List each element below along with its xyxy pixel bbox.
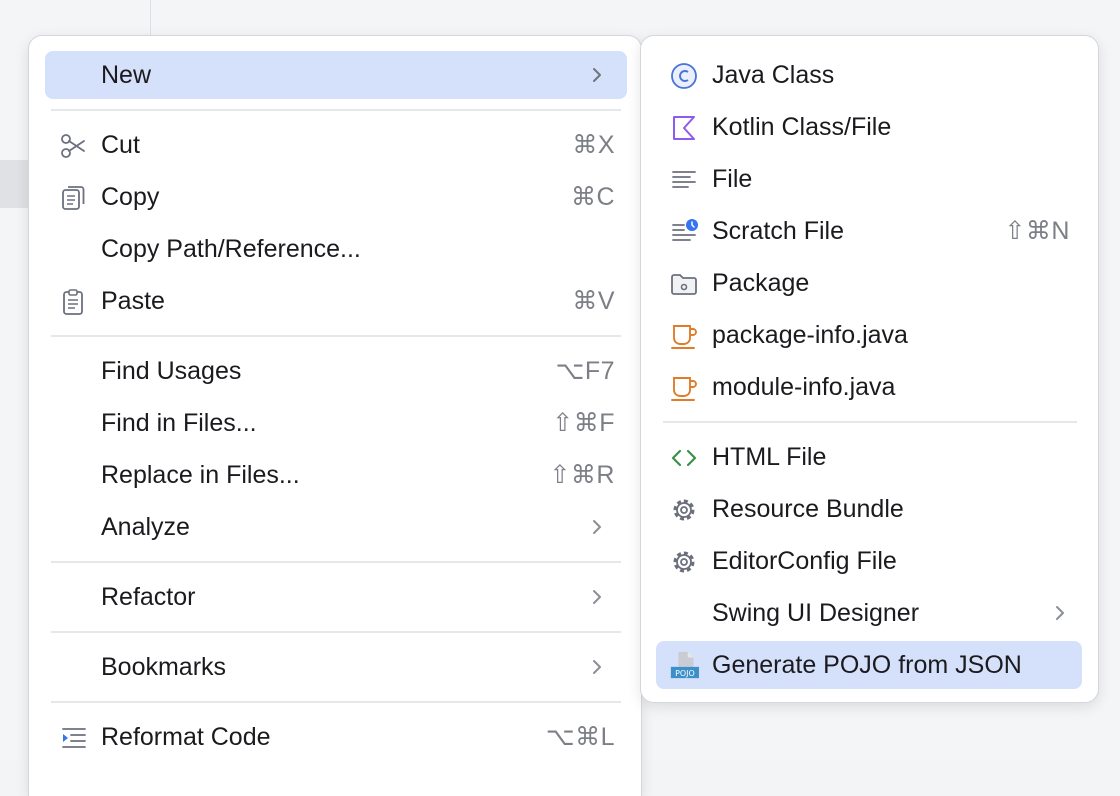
- chevron-right-icon: [593, 590, 601, 604]
- menu-item-label: Package: [712, 269, 810, 297]
- menu-item-label: Refactor: [101, 583, 196, 611]
- menu-item-label: Copy: [101, 183, 160, 211]
- menu-item-label: Resource Bundle: [712, 495, 904, 523]
- menu-item-label: Find in Files...: [101, 409, 257, 437]
- submenu-item-generate-pojo[interactable]: POJO Generate POJO from JSON: [656, 641, 1082, 689]
- menu-item-label: Bookmarks: [101, 653, 227, 681]
- menu-separator: [51, 109, 621, 111]
- new-submenu: Java Class Kotlin Class/File File Scratc…: [640, 35, 1099, 703]
- submenu-item-swing-ui-designer[interactable]: Swing UI Designer: [656, 589, 1082, 637]
- menu-separator: [663, 421, 1077, 423]
- svg-text:POJO: POJO: [675, 669, 695, 678]
- menu-separator: [51, 701, 621, 703]
- menu-item-shortcut: ⌥⌘L: [545, 723, 615, 751]
- menu-item-label: Find Usages: [101, 357, 242, 385]
- menu-item-shortcut: ⌥F7: [555, 357, 615, 385]
- pojo-icon: POJO: [670, 651, 699, 679]
- menu-item-label: Generate POJO from JSON: [712, 651, 1022, 679]
- menu-separator: [51, 561, 621, 563]
- editor-divider: [150, 0, 151, 36]
- menu-item-bookmarks[interactable]: Bookmarks: [45, 643, 627, 691]
- gear-icon: [673, 551, 695, 573]
- chevron-right-icon: [1056, 606, 1064, 620]
- submenu-item-scratch-file[interactable]: Scratch File ⇧⌘N: [656, 207, 1082, 255]
- menu-separator: [51, 631, 621, 633]
- copy-icon: [62, 186, 85, 210]
- project-tree-selection: [0, 160, 28, 208]
- menu-item-label: EditorConfig File: [712, 547, 897, 575]
- submenu-item-package-info[interactable]: package-info.java: [656, 311, 1082, 359]
- menu-item-label: Copy Path/Reference...: [101, 235, 361, 263]
- submenu-item-kotlin-class[interactable]: Kotlin Class/File: [656, 103, 1082, 151]
- menu-item-label: New: [101, 61, 152, 89]
- menu-item-replace-in-files[interactable]: Replace in Files... ⇧⌘R: [45, 451, 627, 499]
- menu-item-shortcut: ⌘V: [572, 287, 615, 315]
- menu-item-label: Analyze: [101, 513, 190, 541]
- menu-item-reformat-code[interactable]: Reformat Code ⌥⌘L: [45, 713, 627, 761]
- menu-item-refactor[interactable]: Refactor: [45, 573, 627, 621]
- menu-item-shortcut: ⌘X: [572, 131, 615, 159]
- gear-icon: [673, 499, 695, 521]
- submenu-item-java-class[interactable]: Java Class: [656, 51, 1082, 99]
- kotlin-icon: [673, 116, 695, 140]
- menu-item-label: Java Class: [712, 61, 835, 89]
- reformat-icon: [62, 728, 86, 748]
- scratch-file-icon: [672, 219, 698, 241]
- menu-item-label: Replace in Files...: [101, 461, 300, 489]
- clipboard-icon: [63, 289, 83, 315]
- menu-item-shortcut: ⇧⌘R: [549, 461, 615, 489]
- folder-icon: [671, 274, 697, 295]
- menu-item-label: Paste: [101, 287, 165, 315]
- menu-item-analyze[interactable]: Analyze: [45, 503, 627, 551]
- menu-item-find-in-files[interactable]: Find in Files... ⇧⌘F: [45, 399, 627, 447]
- menu-separator: [51, 335, 621, 337]
- menu-item-copy[interactable]: Copy ⌘C: [45, 173, 627, 221]
- java-file-icon: [671, 325, 697, 349]
- menu-item-label: HTML File: [712, 443, 827, 471]
- scissors-icon: [61, 134, 85, 158]
- menu-item-label: Cut: [101, 131, 140, 159]
- menu-item-label: Reformat Code: [101, 723, 271, 751]
- menu-item-label: Swing UI Designer: [712, 599, 920, 627]
- java-class-icon: [671, 63, 697, 89]
- submenu-item-html-file[interactable]: HTML File: [656, 433, 1082, 481]
- chevron-right-icon: [593, 68, 601, 82]
- java-file-icon: [671, 377, 697, 401]
- menu-item-label: package-info.java: [712, 321, 908, 349]
- text-file-icon: [672, 171, 696, 188]
- menu-item-label: module-info.java: [712, 373, 896, 401]
- menu-item-paste[interactable]: Paste ⌘V: [45, 277, 627, 325]
- html-icon: [671, 449, 697, 467]
- menu-item-label: Scratch File: [712, 217, 844, 245]
- submenu-item-file[interactable]: File: [656, 155, 1082, 203]
- submenu-item-resource-bundle[interactable]: Resource Bundle: [656, 485, 1082, 533]
- submenu-item-module-info[interactable]: module-info.java: [656, 363, 1082, 411]
- menu-item-shortcut: ⌘C: [570, 183, 615, 211]
- menu-item-cut[interactable]: Cut ⌘X: [45, 121, 627, 169]
- menu-item-shortcut: ⇧⌘F: [552, 409, 615, 437]
- menu-item-new[interactable]: New: [45, 51, 627, 99]
- menu-item-copy-path[interactable]: Copy Path/Reference...: [45, 225, 627, 273]
- submenu-item-editorconfig[interactable]: EditorConfig File: [656, 537, 1082, 585]
- menu-item-label: Kotlin Class/File: [712, 113, 892, 141]
- menu-item-find-usages[interactable]: Find Usages ⌥F7: [45, 347, 627, 395]
- menu-item-shortcut: ⇧⌘N: [1004, 217, 1070, 245]
- chevron-right-icon: [593, 660, 601, 674]
- context-menu: New Cut ⌘X Copy ⌘C Copy Path/Reference..…: [28, 35, 642, 796]
- chevron-right-icon: [593, 520, 601, 534]
- menu-item-label: File: [712, 165, 753, 193]
- submenu-item-package[interactable]: Package: [656, 259, 1082, 307]
